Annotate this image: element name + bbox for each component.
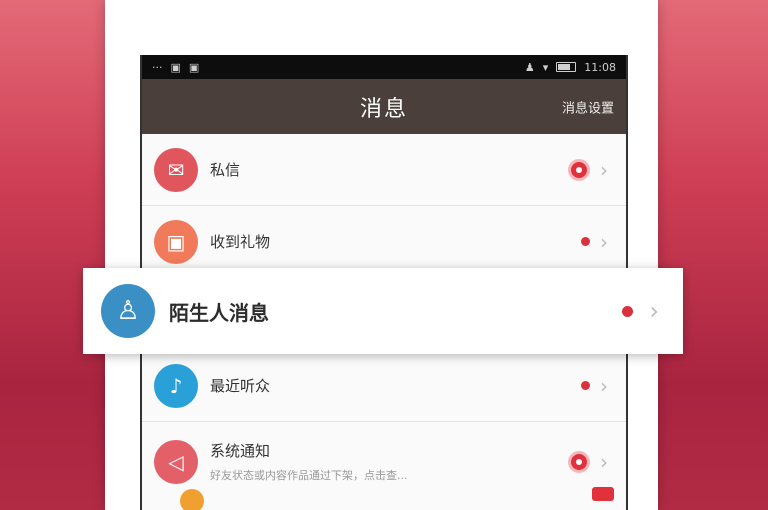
image-icon: ▣ xyxy=(188,60,200,74)
background-left xyxy=(0,0,105,510)
more-icon: ··· xyxy=(152,60,163,74)
megaphone-icon: ◁ xyxy=(154,439,198,484)
partial-icon xyxy=(180,489,204,510)
chevron-right-icon: › xyxy=(649,297,659,325)
list-item-stranger-messages[interactable]: ♙ 陌生人消息 › xyxy=(83,268,683,354)
person-icon: ♙ xyxy=(101,284,155,338)
status-bar: ··· ▣ ▣ ♟ ▾ 11:08 xyxy=(142,55,626,79)
list-item-label: 私信 xyxy=(210,161,241,179)
page-title: 消息 xyxy=(359,96,408,122)
gift-icon: ▣ xyxy=(154,219,198,264)
unread-badge xyxy=(568,158,590,181)
list-item-private-message[interactable]: ✉ 私信 › xyxy=(142,134,626,206)
list-item-label: 收到礼物 xyxy=(210,233,271,251)
navigation-bar: 消息 消息设置 xyxy=(142,79,626,134)
list-item-label: 最近听众 xyxy=(210,377,271,395)
status-right: ♟ ▾ 11:08 xyxy=(525,62,616,73)
clock-time: 11:08 xyxy=(584,60,616,74)
unread-dot xyxy=(581,237,590,246)
chevron-right-icon: › xyxy=(600,157,608,182)
unread-badge xyxy=(568,450,590,473)
list-item-label: 系统通知 xyxy=(210,442,271,460)
unread-dot xyxy=(622,305,634,317)
list-item-subtitle: 好友状态或内容作品通过下架，点击查... xyxy=(210,469,408,482)
wifi-icon: ▾ xyxy=(542,60,549,74)
audience-icon: ♪ xyxy=(154,363,198,408)
unread-dot xyxy=(581,381,590,390)
user-status-icon: ♟ xyxy=(524,60,535,74)
chevron-right-icon: › xyxy=(600,449,608,474)
chevron-right-icon: › xyxy=(600,373,608,398)
partial-badge xyxy=(592,487,614,501)
chevron-right-icon: › xyxy=(600,229,608,254)
list-item-label: 陌生人消息 xyxy=(169,300,269,325)
status-left: ··· ▣ ▣ xyxy=(152,62,199,73)
list-item-partial xyxy=(142,485,626,510)
message-settings-button[interactable]: 消息设置 xyxy=(562,97,614,116)
mail-icon: ✉ xyxy=(154,147,198,192)
notification-icon: ▣ xyxy=(170,60,181,74)
background-right xyxy=(658,0,768,510)
list-item-recent-listeners[interactable]: ♪ 最近听众 › xyxy=(142,350,626,422)
battery-icon xyxy=(556,62,577,72)
